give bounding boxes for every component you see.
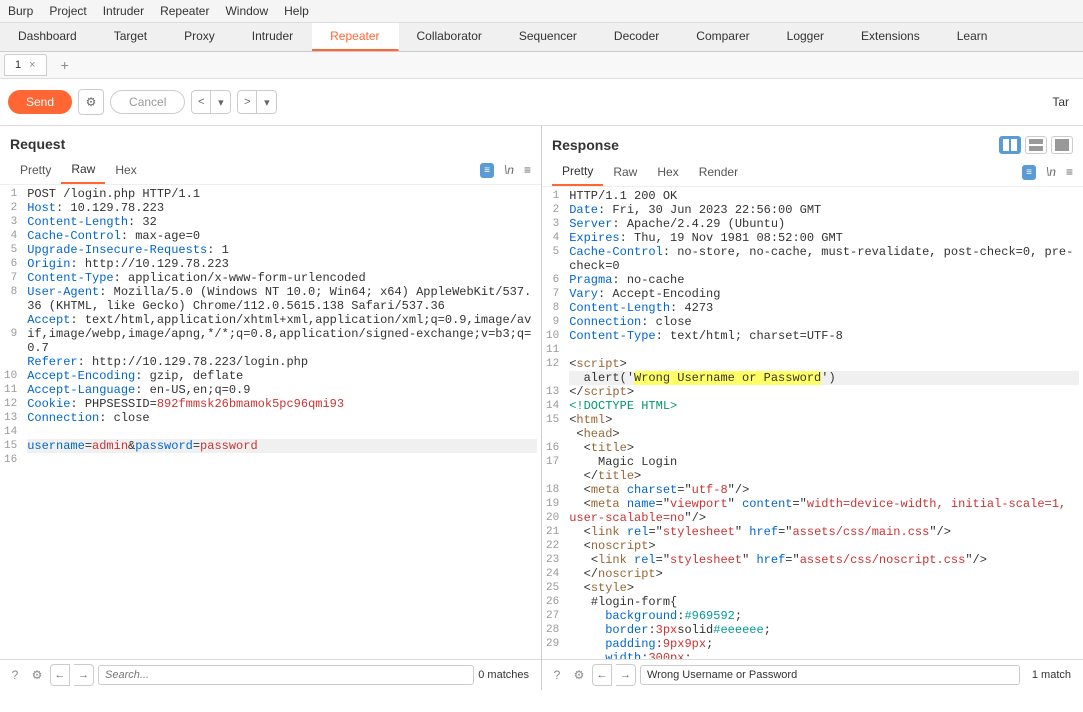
close-icon[interactable]: × xyxy=(29,59,35,71)
tab-sequencer[interactable]: Sequencer xyxy=(501,23,596,51)
req-tab-pretty[interactable]: Pretty xyxy=(10,157,61,183)
inspector-icon[interactable]: ≡ xyxy=(1022,165,1036,180)
newline-icon[interactable]: \n xyxy=(1046,165,1056,179)
request-match-count: 0 matches xyxy=(478,669,535,681)
tab-dashboard[interactable]: Dashboard xyxy=(0,23,96,51)
request-searchbar: ? ⚙ ← → 0 matches xyxy=(0,659,541,690)
resp-tab-raw[interactable]: Raw xyxy=(603,159,647,185)
menu-intruder[interactable]: Intruder xyxy=(103,4,144,18)
history-fwd-group: > ▾ xyxy=(237,90,277,114)
split-panels: Request Pretty Raw Hex ≡ \n ≡ 1 2 3 4 5 … xyxy=(0,126,1083,690)
request-editor[interactable]: 1 2 3 4 5 6 7 8 9 10 11 12 13 14 15 16 P… xyxy=(0,185,541,659)
gear-icon[interactable]: ⚙ xyxy=(78,89,104,115)
resp-tab-pretty[interactable]: Pretty xyxy=(552,158,603,186)
request-title: Request xyxy=(10,136,65,152)
menubar: Burp Project Intruder Repeater Window He… xyxy=(0,0,1083,23)
gear-icon[interactable]: ⚙ xyxy=(28,666,46,684)
response-search-input[interactable] xyxy=(640,665,1020,685)
response-editor[interactable]: 1 2 3 4 5 6 7 8 9 10 11 12 13 14 15 16 1… xyxy=(542,187,1083,659)
history-fwd-dropdown[interactable]: ▾ xyxy=(257,90,277,114)
hamburger-icon[interactable]: ≡ xyxy=(524,163,531,177)
tab-label: 1 xyxy=(15,59,21,71)
menu-help[interactable]: Help xyxy=(284,4,309,18)
history-fwd-button[interactable]: > xyxy=(237,90,257,114)
request-content[interactable]: POST /login.php HTTP/1.1 Host: 10.129.78… xyxy=(23,185,541,659)
help-icon[interactable]: ? xyxy=(548,666,566,684)
send-button[interactable]: Send xyxy=(8,90,72,114)
search-next-button[interactable]: → xyxy=(616,664,636,686)
layout-horizontal-icon[interactable] xyxy=(999,136,1021,154)
search-next-button[interactable]: → xyxy=(74,664,94,686)
response-content[interactable]: HTTP/1.1 200 OK Date: Fri, 30 Jun 2023 2… xyxy=(565,187,1083,659)
history-back-button[interactable]: < xyxy=(191,90,211,114)
menu-burp[interactable]: Burp xyxy=(8,4,33,18)
history-back-dropdown[interactable]: ▾ xyxy=(211,90,231,114)
cancel-button[interactable]: Cancel xyxy=(110,90,185,114)
req-tab-hex[interactable]: Hex xyxy=(105,157,146,183)
resp-tab-render[interactable]: Render xyxy=(689,159,748,185)
response-panel: Response Pretty Raw Hex Render ≡ \n ≡ 1 … xyxy=(542,126,1083,690)
tab-intruder[interactable]: Intruder xyxy=(234,23,312,51)
menu-project[interactable]: Project xyxy=(49,4,86,18)
add-tab-button[interactable]: + xyxy=(55,55,75,75)
tab-target[interactable]: Target xyxy=(96,23,166,51)
request-panel: Request Pretty Raw Hex ≡ \n ≡ 1 2 3 4 5 … xyxy=(0,126,542,690)
hamburger-icon[interactable]: ≡ xyxy=(1066,165,1073,179)
newline-icon[interactable]: \n xyxy=(504,163,514,177)
tab-comparer[interactable]: Comparer xyxy=(678,23,768,51)
repeater-tabs: 1 × + xyxy=(0,52,1083,79)
response-title: Response xyxy=(552,137,619,153)
history-back-group: < ▾ xyxy=(191,90,231,114)
menu-window[interactable]: Window xyxy=(225,4,268,18)
search-prev-button[interactable]: ← xyxy=(50,664,70,686)
layout-combined-icon[interactable] xyxy=(1051,136,1073,154)
tab-collaborator[interactable]: Collaborator xyxy=(399,23,501,51)
tab-proxy[interactable]: Proxy xyxy=(166,23,234,51)
search-prev-button[interactable]: ← xyxy=(592,664,612,686)
response-gutter: 1 2 3 4 5 6 7 8 9 10 11 12 13 14 15 16 1… xyxy=(542,187,565,659)
request-gutter: 1 2 3 4 5 6 7 8 9 10 11 12 13 14 15 16 xyxy=(0,185,23,659)
tab-decoder[interactable]: Decoder xyxy=(596,23,678,51)
gear-icon[interactable]: ⚙ xyxy=(570,666,588,684)
layout-vertical-icon[interactable] xyxy=(1025,136,1047,154)
response-searchbar: ? ⚙ ← → 1 match xyxy=(542,659,1083,690)
inspector-icon[interactable]: ≡ xyxy=(480,163,494,178)
action-bar: Send ⚙ Cancel < ▾ > ▾ Tar xyxy=(0,79,1083,126)
tab-extensions[interactable]: Extensions xyxy=(843,23,939,51)
req-tab-raw[interactable]: Raw xyxy=(61,156,105,184)
repeater-tab-1[interactable]: 1 × xyxy=(4,54,47,76)
help-icon[interactable]: ? xyxy=(6,666,24,684)
menu-repeater[interactable]: Repeater xyxy=(160,4,209,18)
resp-tab-hex[interactable]: Hex xyxy=(647,159,688,185)
target-label: Tar xyxy=(1052,95,1075,109)
tab-repeater[interactable]: Repeater xyxy=(312,23,398,51)
tab-learn[interactable]: Learn xyxy=(939,23,1007,51)
request-search-input[interactable] xyxy=(98,665,474,685)
tab-logger[interactable]: Logger xyxy=(769,23,843,51)
tool-tabs: Dashboard Target Proxy Intruder Repeater… xyxy=(0,23,1083,52)
response-match-count: 1 match xyxy=(1032,669,1077,681)
